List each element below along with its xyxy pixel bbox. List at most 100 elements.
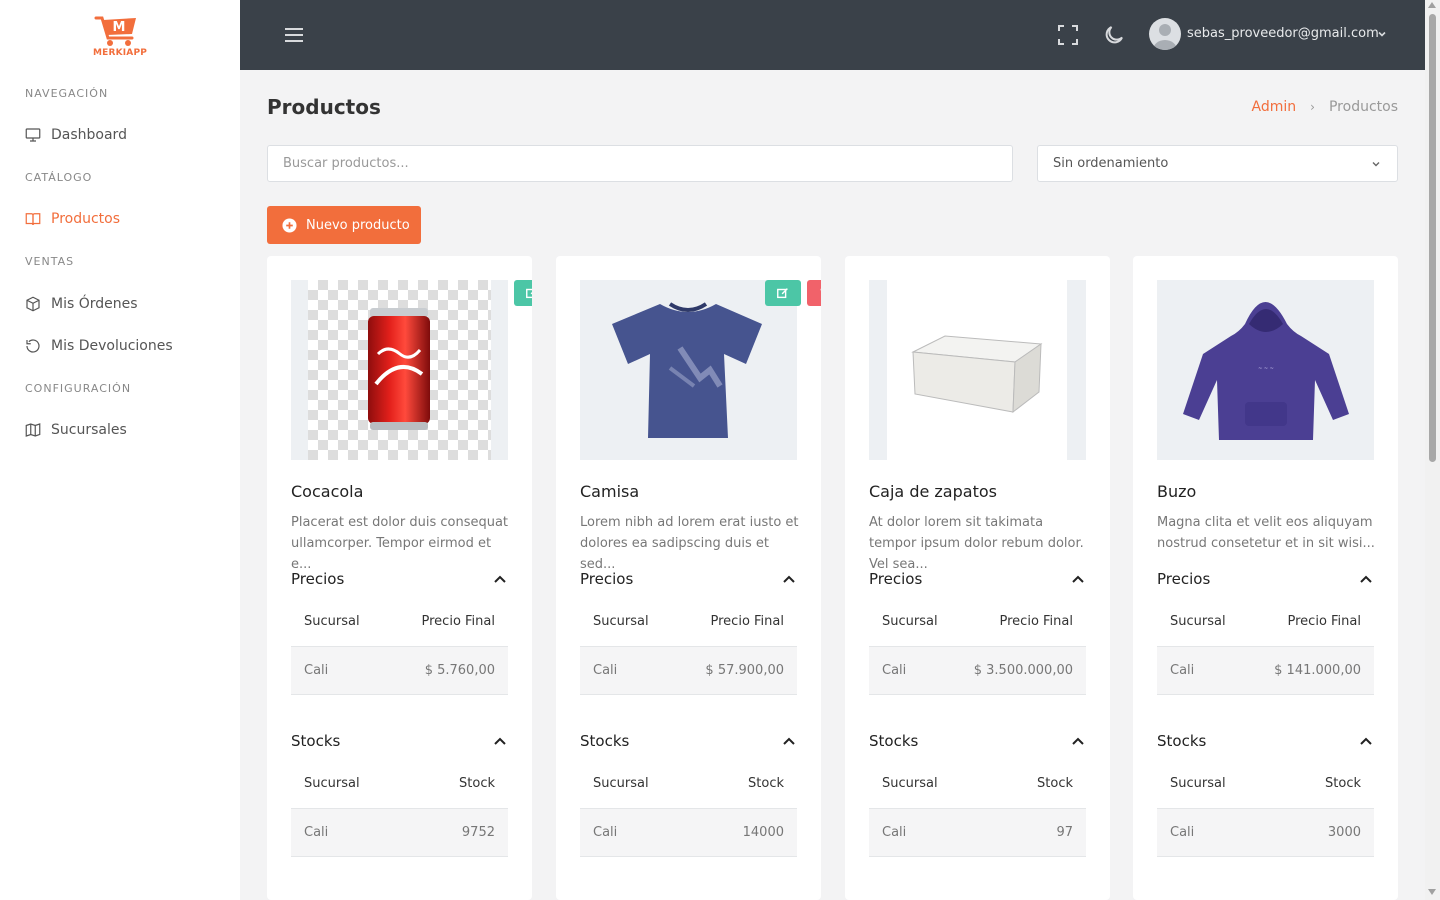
edit-icon <box>777 288 788 299</box>
nav-section-catalogo: CATÁLOGO <box>25 171 93 184</box>
product-description: Lorem nibh ad lorem erat iusto et dolore… <box>580 515 799 572</box>
table-row: Cali 14000 <box>580 808 797 857</box>
logo-letter: M <box>113 20 126 35</box>
user-icon <box>1153 24 1177 50</box>
edit-button[interactable] <box>765 280 801 306</box>
sort-select[interactable]: Sin ordenamiento <box>1037 145 1398 182</box>
product-image <box>869 280 1086 460</box>
chevron-up-icon[interactable] <box>493 574 507 584</box>
avatar[interactable] <box>1149 18 1181 50</box>
prices-table-header: Sucursal Precio Final <box>869 597 1086 646</box>
product-card: Camisa Lorem nibh ad lorem erat iusto et… <box>556 256 821 900</box>
row-price: $ 5.760,00 <box>424 663 495 678</box>
col-stock: Stock <box>1037 776 1073 791</box>
product-image <box>580 280 797 460</box>
edit-icon <box>526 288 532 299</box>
product-description: Placerat est dolor duis consequat ullamc… <box>291 515 509 572</box>
soda-can-image <box>368 308 430 430</box>
app-logo[interactable]: M MERKIAPP <box>88 12 152 62</box>
col-branch: Sucursal <box>882 776 938 791</box>
logo-text: MERKIAPP <box>92 48 148 58</box>
col-stock: Stock <box>1325 776 1361 791</box>
row-branch: Cali <box>304 663 329 678</box>
sidebar-item-label: Productos <box>51 211 121 227</box>
col-branch: Sucursal <box>1170 614 1226 629</box>
prices-section-title: Precios <box>291 570 345 588</box>
delete-button[interactable] <box>807 280 821 306</box>
col-price: Precio Final <box>421 614 495 629</box>
nav-section-navegacion: NAVEGACIÓN <box>25 87 109 100</box>
col-price: Precio Final <box>710 614 784 629</box>
row-stock: 9752 <box>461 825 495 840</box>
breadcrumb: Admin › Productos <box>1252 99 1398 115</box>
plus-circle-icon <box>282 217 297 233</box>
product-card: Cocacola Placerat est dolor duis consequ… <box>267 256 532 900</box>
prices-table-header: Sucursal Precio Final <box>580 597 797 646</box>
col-price: Precio Final <box>999 614 1073 629</box>
product-image: ~ ~ ~ <box>1157 280 1374 460</box>
scroll-down-arrow[interactable] <box>1428 889 1436 895</box>
page-scrollbar[interactable] <box>1425 0 1440 900</box>
table-row: Cali $ 5.760,00 <box>291 646 508 695</box>
fullscreen-icon[interactable] <box>1056 23 1080 47</box>
breadcrumb-admin-link[interactable]: Admin <box>1252 99 1297 115</box>
prices-section-title: Precios <box>869 570 923 588</box>
edit-button[interactable] <box>514 280 532 306</box>
row-branch: Cali <box>593 825 618 840</box>
row-branch: Cali <box>1170 663 1195 678</box>
chevron-up-icon[interactable] <box>782 736 796 746</box>
shoe-box-image <box>911 335 1043 414</box>
row-branch: Cali <box>882 825 907 840</box>
breadcrumb-current: Productos <box>1328 99 1398 115</box>
sidebar-item-mis-devoluciones[interactable]: Mis Devoluciones <box>24 334 173 358</box>
chevron-up-icon[interactable] <box>1071 736 1085 746</box>
breadcrumb-separator-icon: › <box>1310 100 1315 114</box>
scroll-up-arrow[interactable] <box>1428 2 1436 8</box>
menu-icon[interactable] <box>282 24 306 46</box>
product-card: ~ ~ ~ Buzo Magna clita et velit eos aliq… <box>1133 256 1398 900</box>
table-row: Cali $ 141.000,00 <box>1157 646 1374 695</box>
sidebar-item-sucursales[interactable]: Sucursales <box>24 418 127 442</box>
col-branch: Sucursal <box>1170 776 1226 791</box>
chevron-up-icon[interactable] <box>1359 574 1373 584</box>
chevron-up-icon[interactable] <box>782 574 796 584</box>
table-row: Cali 97 <box>869 808 1086 857</box>
chevron-down-icon[interactable] <box>1376 28 1388 40</box>
sidebar-item-mis-ordenes[interactable]: Mis Órdenes <box>24 292 138 316</box>
hoodie-image: ~ ~ ~ <box>1183 302 1349 440</box>
box-icon <box>26 296 40 312</box>
col-stock: Stock <box>459 776 495 791</box>
row-stock: 3000 <box>1327 825 1361 840</box>
trash-icon <box>820 288 821 292</box>
sidebar-item-dashboard[interactable]: Dashboard <box>24 123 127 147</box>
product-name: Buzo <box>1157 482 1197 501</box>
new-product-button[interactable]: Nuevo producto <box>267 206 421 244</box>
product-image <box>291 280 508 460</box>
tshirt-image <box>612 302 762 438</box>
row-price: $ 3.500.000,00 <box>973 663 1073 678</box>
chevron-up-icon[interactable] <box>1071 574 1085 584</box>
table-row: Cali 9752 <box>291 808 508 857</box>
chevron-up-icon[interactable] <box>1359 736 1373 746</box>
prices-table-header: Sucursal Precio Final <box>291 597 508 646</box>
col-branch: Sucursal <box>593 776 649 791</box>
prices-table-header: Sucursal Precio Final <box>1157 597 1374 646</box>
search-input[interactable] <box>267 145 1013 182</box>
user-email[interactable]: sebas_proveedor@gmail.com <box>1187 26 1379 41</box>
stocks-section-title: Stocks <box>1157 732 1207 750</box>
page-title: Productos <box>267 95 381 119</box>
scroll-thumb[interactable] <box>1429 14 1436 462</box>
row-stock: 14000 <box>742 825 784 840</box>
new-product-label: Nuevo producto <box>306 217 410 233</box>
col-price: Precio Final <box>1287 614 1361 629</box>
card-actions <box>765 280 821 306</box>
sidebar-item-productos[interactable]: Productos <box>24 207 120 231</box>
sidebar-item-label: Dashboard <box>51 127 127 143</box>
stocks-table-header: Sucursal Stock <box>869 759 1086 808</box>
row-price: $ 141.000,00 <box>1274 663 1361 678</box>
stocks-table-header: Sucursal Stock <box>291 759 508 808</box>
chevron-up-icon[interactable] <box>493 736 507 746</box>
sort-select-value: Sin ordenamiento <box>1053 156 1169 171</box>
moon-icon[interactable] <box>1102 23 1126 47</box>
sidebar-item-label: Sucursales <box>51 422 127 438</box>
